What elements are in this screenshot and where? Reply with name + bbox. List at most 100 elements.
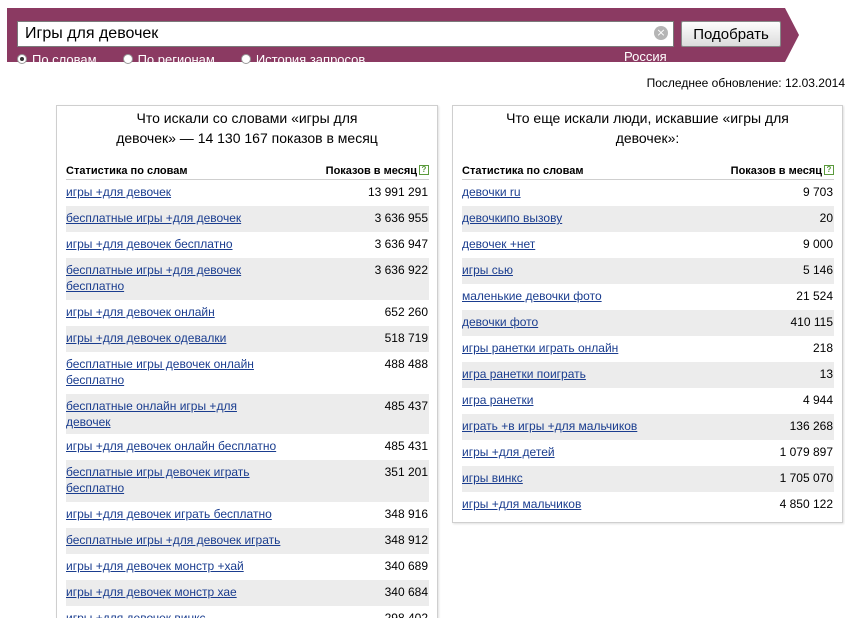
submit-button[interactable]: Подобрать	[681, 21, 781, 47]
table-row: игры +для девочек монстр +хай 340 689	[66, 554, 429, 580]
table-row: игры +для девочек бесплатно 3 636 947	[66, 232, 429, 258]
radio-label: По регионам	[137, 51, 215, 67]
table-row: девочки ru 9 703	[462, 180, 834, 206]
table-row: игры +для девочек 13 991 291	[66, 180, 429, 206]
radio-label: По словам	[32, 51, 97, 67]
radio-by-regions[interactable]: По регионам	[122, 51, 215, 67]
phrase-link[interactable]: бесплатные онлайн игры +для девочек	[66, 398, 281, 430]
table-row: маленькие девочки фото 21 524	[462, 284, 834, 310]
phrase-link[interactable]: девочкипо вызову	[462, 210, 562, 226]
impressions-count: 20	[819, 211, 833, 225]
phrase-link[interactable]: бесплатные игры +для девочек играть	[66, 532, 280, 548]
impressions-count: 4 850 122	[779, 497, 833, 511]
table-header: Статистика по словам Показов в месяц?	[462, 162, 834, 180]
phrase-link[interactable]: игра ранетки поиграть	[462, 366, 586, 382]
phrase-link[interactable]: игры +для девочек монстр +хай	[66, 558, 244, 574]
table-row: бесплатные игры +для девочек играть 348 9…	[66, 528, 429, 554]
table-row: игры +для девочек играть бесплатно 348 91…	[66, 502, 429, 528]
phrase-link[interactable]: играть +в игры +для мальчиков	[462, 418, 637, 434]
phrase-link[interactable]: девочек +нет	[462, 236, 535, 252]
impressions-count: 485 431	[384, 439, 428, 453]
left-panel-title: Что искали со словами «игры для девочек»…	[116, 110, 378, 146]
table-row: игра ранетки 4 944	[462, 388, 834, 414]
phrase-link[interactable]: игры винкс	[462, 470, 523, 486]
phrase-link[interactable]: бесплатные игры девочек онлайн бесплатно	[66, 356, 281, 388]
help-icon[interactable]: ?	[824, 165, 834, 175]
impressions-count: 5 146	[802, 263, 833, 277]
phrase-link[interactable]: игры +для девочек монстр хае	[66, 584, 237, 600]
search-mode-radios: По словам По регионам История запросов	[17, 51, 391, 67]
phrase-link[interactable]: игры +для девочек бесплатно	[66, 236, 233, 252]
impressions-count: 488 488	[384, 357, 428, 371]
impressions-count: 1 079 897	[779, 445, 833, 459]
col-stat-header: Статистика по словам	[462, 165, 584, 177]
phrase-link[interactable]: девочки ru	[462, 184, 521, 200]
table-row: девочек +нет 9 000	[462, 232, 834, 258]
last-update: Последнее обновление: 12.03.2014	[646, 76, 845, 90]
impressions-count: 136 268	[789, 419, 833, 433]
impressions-count: 13 991 291	[367, 185, 428, 199]
search-bar-arrow	[785, 8, 799, 62]
radio-label: История запросов	[255, 51, 366, 67]
phrase-link[interactable]: бесплатные игры +для девочек бесплатно	[66, 262, 281, 294]
table-row: бесплатные игры девочек играть бесплатно…	[66, 460, 429, 502]
impressions-count: 410 115	[790, 315, 834, 329]
col-count-header: Показов в месяц?	[326, 165, 429, 177]
col-count-header: Показов в месяц?	[731, 165, 834, 177]
search-input[interactable]	[17, 21, 674, 47]
table-row: игры винкс 1 705 070	[462, 466, 834, 492]
impressions-count: 348 912	[384, 533, 428, 547]
phrase-link[interactable]: бесплатные игры +для девочек	[66, 210, 241, 226]
phrase-link[interactable]: игры ранетки играть онлайн	[462, 340, 618, 356]
impressions-count: 351 201	[384, 465, 428, 479]
radio-history[interactable]: История запросов	[240, 51, 366, 67]
right-panel-title: Что еще искали люди, искавшие «игры для …	[506, 110, 789, 146]
radio-checked-icon[interactable]	[17, 54, 27, 64]
radio-unchecked-icon[interactable]	[240, 54, 251, 64]
phrase-link[interactable]: игры +для девочек играть бесплатно	[66, 506, 272, 522]
impressions-count: 652 260	[384, 305, 428, 319]
phrase-link[interactable]: игра ранетки	[462, 392, 533, 408]
impressions-count: 3 636 922	[374, 263, 428, 277]
impressions-count: 9 703	[802, 185, 833, 199]
phrase-link[interactable]: игры +для мальчиков	[462, 496, 581, 512]
impressions-count: 1 705 070	[779, 471, 833, 485]
impressions-count: 340 684	[384, 585, 428, 599]
help-icon[interactable]: ?	[419, 165, 429, 175]
phrase-link[interactable]: бесплатные игры девочек играть бесплатно	[66, 464, 281, 496]
clear-icon[interactable]: ×	[654, 26, 668, 40]
table-row: игры сью 5 146	[462, 258, 834, 284]
impressions-count: 218	[812, 341, 833, 355]
impressions-count: 340 689	[384, 559, 428, 573]
right-panel: Что еще искали люди, искавшие «игры для …	[452, 105, 843, 523]
impressions-count: 21 524	[796, 289, 833, 303]
table-row: играть +в игры +для мальчиков 136 268	[462, 414, 834, 440]
table-row: девочки фото 410 115	[462, 310, 834, 336]
impressions-count: 4 944	[802, 393, 833, 407]
phrase-link[interactable]: игры +для девочек	[66, 184, 171, 200]
right-rows: девочки ru 9 703 девочкипо вызову 20 девочек…	[462, 180, 834, 518]
phrase-link[interactable]: игры +для девочек онлайн бесплатно	[66, 438, 276, 454]
impressions-count: 3 636 955	[374, 211, 428, 225]
table-row: игры +для девочек винкс 298 402	[66, 606, 429, 618]
table-row: девочкипо вызову 20	[462, 206, 834, 232]
radio-by-words[interactable]: По словам	[17, 52, 97, 67]
region-link[interactable]: Россия	[624, 50, 667, 65]
table-row: игры +для мальчиков 4 850 122	[462, 492, 834, 518]
impressions-count: 348 916	[384, 507, 428, 521]
impressions-count: 518 719	[384, 331, 428, 345]
impressions-count: 298 402	[384, 611, 428, 618]
phrase-link[interactable]: игры +для девочек одевалки	[66, 330, 226, 346]
phrase-link[interactable]: игры сью	[462, 262, 513, 278]
table-header: Статистика по словам Показов в месяц?	[66, 162, 429, 180]
col-stat-header: Статистика по словам	[66, 165, 188, 177]
table-row: игры +для девочек онлайн бесплатно 485 43…	[66, 434, 429, 460]
phrase-link[interactable]: игры +для детей	[462, 444, 555, 460]
phrase-link[interactable]: девочки фото	[462, 314, 538, 330]
radio-unchecked-icon[interactable]	[122, 54, 133, 64]
phrase-link[interactable]: маленькие девочки фото	[462, 288, 602, 304]
impressions-count: 3 636 947	[374, 237, 428, 251]
phrase-link[interactable]: игры +для девочек онлайн	[66, 304, 215, 320]
phrase-link[interactable]: игры +для девочек винкс	[66, 610, 205, 618]
table-row: игры +для детей 1 079 897	[462, 440, 834, 466]
